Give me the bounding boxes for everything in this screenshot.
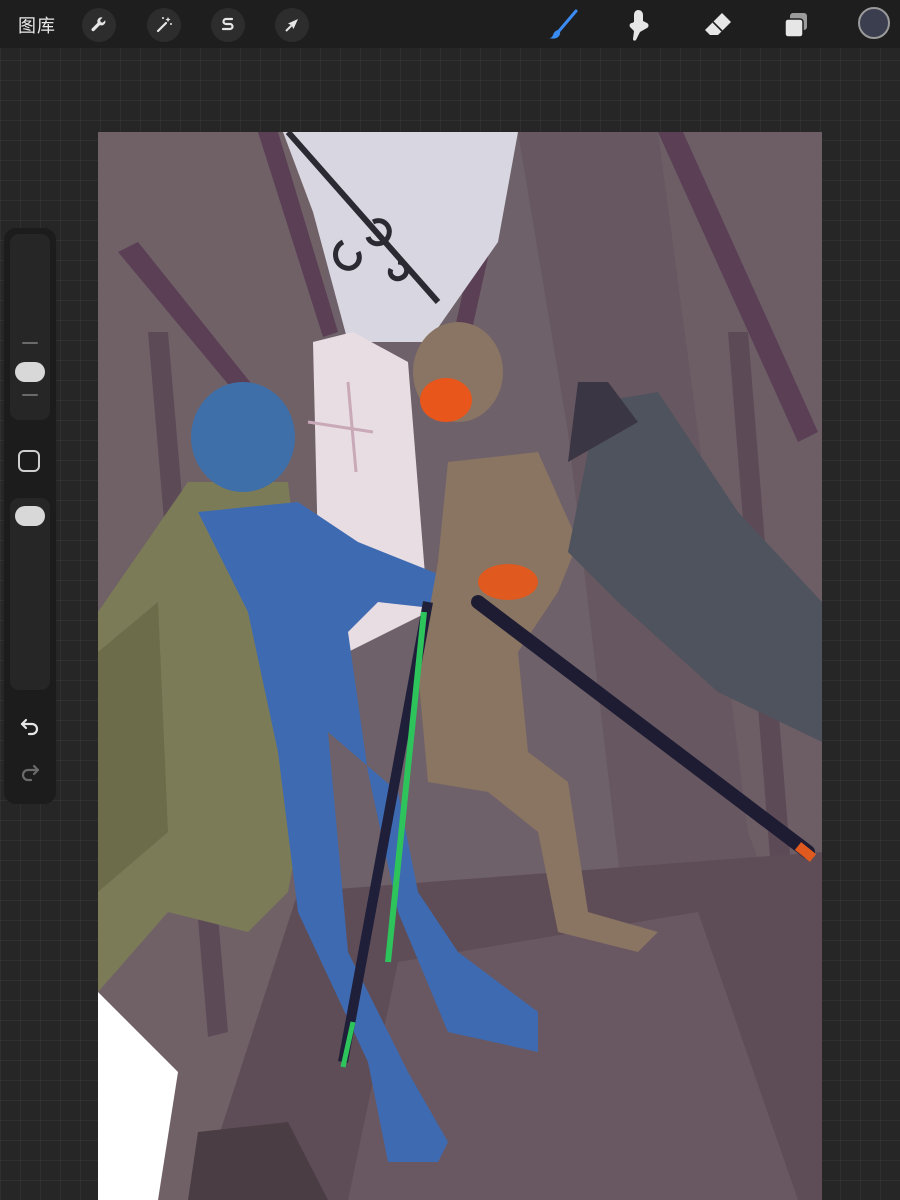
gallery-button[interactable]: 图库 [18,12,56,38]
redo-button[interactable] [16,758,44,786]
top-toolbar: 图库 [0,0,900,48]
adjustments-button[interactable] [147,8,181,42]
actions-button[interactable] [82,8,116,42]
brush-tool-button[interactable] [543,6,583,44]
smudge-icon [629,10,649,41]
redo-icon [21,764,40,782]
artwork [98,132,822,1200]
slider-tick [22,342,38,344]
drawing-canvas[interactable] [98,132,822,1200]
brush-size-thumb[interactable] [15,362,45,382]
opacity-thumb[interactable] [15,506,45,526]
smudge-tool-button[interactable] [619,6,659,44]
eraser-icon [705,13,731,35]
transform-button[interactable] [275,8,309,42]
magic-wand-icon [156,17,172,33]
slider-tick [22,394,38,396]
undo-icon [20,718,39,736]
color-picker-button[interactable] [858,7,890,39]
left-sidebar [4,228,56,804]
brush-size-slider[interactable] [10,234,50,420]
layers-button[interactable] [776,6,816,44]
wrench-icon [91,17,106,32]
opacity-slider[interactable] [10,498,50,690]
eraser-tool-button[interactable] [698,6,738,44]
selection-button[interactable] [211,8,245,42]
undo-button[interactable] [16,712,44,740]
transform-arrow-icon [285,19,298,32]
brush-icon [549,9,578,39]
layers-icon [784,13,807,38]
modifier-button[interactable] [18,450,40,472]
selection-s-icon [221,17,234,31]
